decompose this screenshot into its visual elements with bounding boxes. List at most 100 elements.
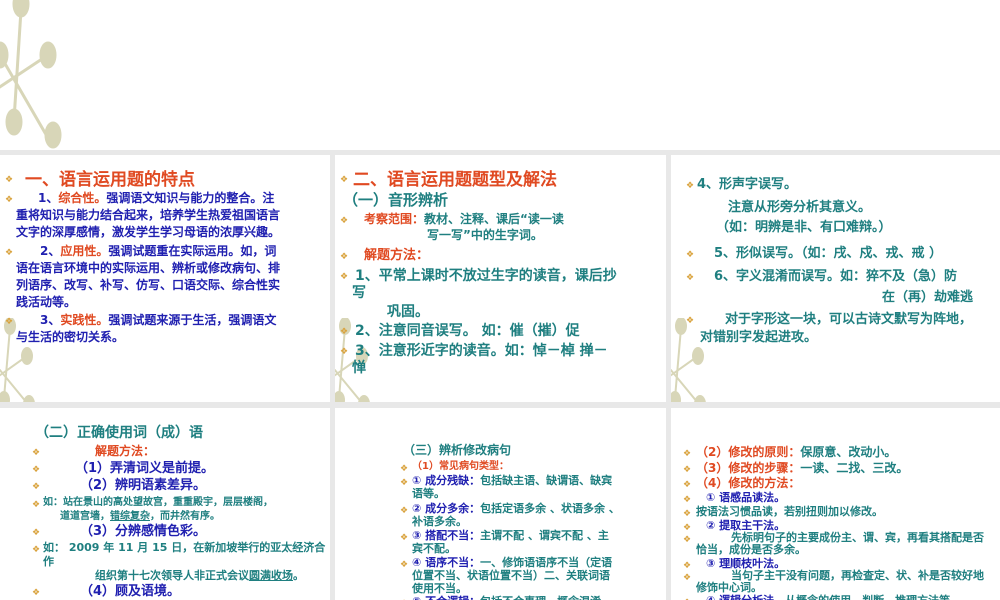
slide-text-line: 6、字义混淆而误写。如：猝不及（急）防 — [714, 269, 957, 285]
text-segment: 解题方法： — [364, 248, 430, 263]
slide-thumbnail-2[interactable]: ❖ 二、语言运用题题型及解法 （一）音形辨析 ❖ 考察范围：教材、注释、课后“读一读 写一… — [335, 155, 666, 402]
slide-thumbnail-5[interactable]: （三）辨析修改病句 ❖ （1）常见病句类型： ❖ ① 成分残缺：包括缺主语、缺谓语、缺宾… — [335, 408, 666, 600]
slide-text-line: 考察范围：教材、注释、课后“读一读 — [364, 212, 564, 227]
bullet-icon: ❖ — [340, 252, 349, 263]
text-segment: （2）辨明语素差异。 — [80, 478, 207, 493]
text-segment: 语在语言环境中的实际运用、辨析或修改病句、排 — [16, 261, 281, 275]
text-segment: （二）正确使用词（成）语 — [35, 425, 203, 441]
slide-text-line: 对错别字发起进攻。 — [700, 330, 817, 346]
bullet-icon: ❖ — [683, 572, 692, 583]
slide-text-line: 惮 — [352, 360, 366, 376]
slide-text-line: （三）辨析修改病句 — [403, 443, 511, 458]
bullet-icon: ❖ — [32, 448, 41, 458]
text-segment: 修饰中心词。 — [696, 581, 762, 594]
bullet-icon: ❖ — [683, 494, 692, 505]
text-segment: 3、注意形近字的读音。如：悼－棹 掸－ — [355, 343, 608, 359]
text-segment: 包括不合事理、概念混淆 — [480, 595, 601, 600]
slide-text-line: 宾不配。 — [412, 542, 456, 556]
text-segment: （1）弄清词义是前提。 — [75, 461, 215, 476]
text-segment: （3）分辨感情色彩。 — [80, 524, 207, 539]
slide-text-line: （3）分辨感情色彩。 — [80, 524, 207, 540]
text-segment: 3、 — [40, 313, 61, 327]
slide-text-line: 与生活的密切关系。 — [16, 330, 125, 345]
text-segment: 补语多余。 — [412, 515, 467, 528]
slide-text-line: 列语序、改写、补写、仿写、口语交际、综合性实 — [16, 278, 281, 293]
slide-text-line: 3、实践性。强调试题来源于生活，强调语文 — [40, 313, 277, 328]
text-segment: 一、语言运用题的特点 — [25, 170, 195, 190]
text-segment: ③ 搭配不当： — [412, 529, 481, 542]
bullet-icon: ❖ — [683, 534, 692, 545]
bullet-icon: ❖ — [683, 465, 692, 475]
slide-text-line: 道道宫墙，错综复杂，而井然有序。 — [60, 511, 220, 523]
slide-thumbnail-3[interactable]: ❖ 4、形声字误写。 注意从形旁分析其意义。 （如：明辨是非、有口难辩。） ❖ 5、形似误… — [671, 155, 1000, 402]
slide-text-line: 作 — [43, 555, 54, 569]
bullet-icon: ❖ — [686, 250, 695, 261]
text-segment: 二、语言运用题题型及解法 — [353, 170, 557, 190]
bullet-icon: ❖ — [32, 482, 41, 493]
bullet-icon: ❖ — [32, 528, 41, 539]
text-segment: 包括缺主语、缺谓语、缺宾 — [480, 474, 613, 487]
text-segment: （4）修改的方法： — [696, 476, 801, 490]
slide-text-line: 位置不当、状语位置不当）二、关联词语 — [412, 569, 610, 583]
slide-thumbnail-6[interactable]: ❖ （2）修改的原则：保原意、改动小。 ❖ （3）修改的步骤：一读、二找、三改。 ❖ （4… — [671, 408, 1000, 600]
slide-text-line: ⑤ 不合逻辑：包括不合事理、概念混淆 — [412, 595, 601, 600]
slide-text-line: 修饰中心词。 — [696, 581, 762, 595]
slide-text-line: 对于字形这一块，可以古诗文默写为阵地， — [725, 312, 973, 328]
text-segment: 解题方法： — [95, 444, 156, 458]
text-segment: 在（再）劫难逃 — [882, 290, 974, 305]
bullet-icon: ❖ — [340, 216, 349, 226]
text-segment: 实践性。 — [60, 313, 109, 327]
snowflake-decoration-icon — [0, 0, 62, 149]
text-segment: 位置不当、状语位置不当）二、关联词语 — [412, 569, 610, 582]
slide-thumbnail-1[interactable]: ❖ 一、语言运用题的特点 ❖ 1、综合性。强调语文知识与能力的整合。注 重将知识与能力结… — [0, 155, 330, 402]
text-segment: 对于字形这一块，可以古诗文默写为阵地， — [725, 312, 973, 327]
text-segment: 按语法习惯品读，若别扭则加以修改。 — [696, 505, 883, 518]
bullet-icon: ❖ — [683, 449, 692, 459]
slide-text-line: 恰当，成份是否多余。 — [696, 543, 806, 557]
text-segment: （2）修改的原则： — [696, 445, 801, 459]
text-segment: 强调试题来源于生活，强调语文 — [108, 313, 277, 327]
bullet-icon: ❖ — [683, 522, 692, 533]
bullet-icon: ❖ — [686, 181, 695, 192]
slide-text-line: （4）顾及语境。 — [80, 584, 181, 600]
text-segment: 道道宫墙， — [60, 511, 110, 522]
slide-text-line: ② 成分多余：包括定语多余 、状语多余 、 — [412, 502, 620, 516]
text-segment: （4）顾及语境。 — [80, 584, 181, 599]
slide-text-line: 文字的深厚感情，激发学生学习母语的浓厚兴趣。 — [16, 225, 280, 240]
slide-thumbnail-4[interactable]: （二）正确使用词（成）语 ❖ 解题方法： ❖ （1）弄清词义是前提。 ❖ （2）辨明语素差异… — [0, 408, 330, 600]
bullet-icon: ❖ — [686, 273, 695, 284]
slide-text-line: （一）音形辨析 — [343, 191, 448, 209]
text-segment: 考察范围： — [364, 212, 425, 226]
text-segment: 与生活的密切关系。 — [16, 330, 125, 344]
text-segment: 5、形似误写。（如：戌、戍、戎、戒 ） — [714, 246, 943, 261]
bullet-icon: ❖ — [32, 465, 41, 476]
slide-text-line: （4）修改的方法： — [696, 476, 801, 491]
text-segment: 。 — [293, 569, 304, 582]
slide-text-line: 写 — [352, 285, 366, 301]
slide-text-line: 1、综合性。强调语文知识与能力的整合。注 — [38, 191, 274, 206]
text-segment: 重将知识与能力结合起来，培养学生热爱祖国语言 — [16, 208, 281, 222]
bullet-icon: ❖ — [400, 463, 409, 474]
text-segment: ② 成分多余： — [412, 502, 481, 515]
text-segment: 2、 — [40, 244, 61, 258]
slide-text-line: 践活动等。 — [16, 295, 76, 310]
text-segment: 一读、二找、三改。 — [800, 461, 909, 475]
slide-text-line: 4、形声字误写。 — [697, 177, 797, 193]
text-segment: 1、 — [38, 191, 59, 205]
bullet-icon: ❖ — [340, 326, 349, 337]
slide-text-line: 注意从形旁分析其意义。 — [728, 200, 871, 216]
bullet-icon: ❖ — [400, 477, 409, 488]
slide-text-line: 巩固。 — [387, 304, 429, 320]
slide-text-line: （2）辨明语素差异。 — [80, 478, 207, 494]
slide-text-line: （3）修改的步骤：一读、二找、三改。 — [696, 461, 909, 476]
text-segment: 错综复杂 — [110, 511, 150, 522]
slide-text-line: ④ 语序不当：一、修饰语语序不当（定语 — [412, 556, 612, 570]
text-segment: （3）修改的步骤： — [696, 461, 801, 475]
bullet-icon: ❖ — [5, 195, 14, 205]
slide-text-line: （1）常见病句类型： — [412, 461, 509, 473]
text-segment: 当句子主干没有问题，再检查定、状、补是否较好地 — [731, 569, 984, 582]
bullet-icon: ❖ — [683, 508, 692, 519]
text-segment: 列语序、改写、补写、仿写、口语交际、综合性实 — [16, 278, 281, 292]
text-segment: ，而井然有序。 — [150, 511, 220, 522]
bullet-icon: ❖ — [400, 559, 409, 570]
